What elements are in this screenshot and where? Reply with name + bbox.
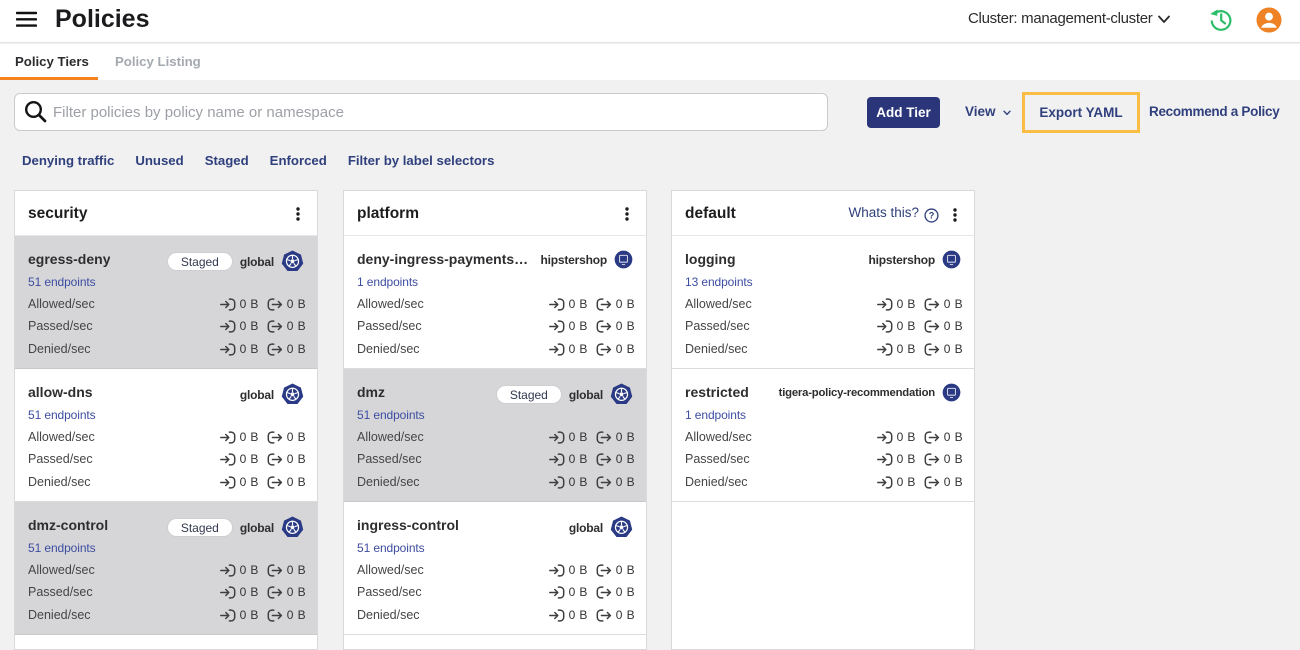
svg-text:?: ? xyxy=(929,211,935,221)
